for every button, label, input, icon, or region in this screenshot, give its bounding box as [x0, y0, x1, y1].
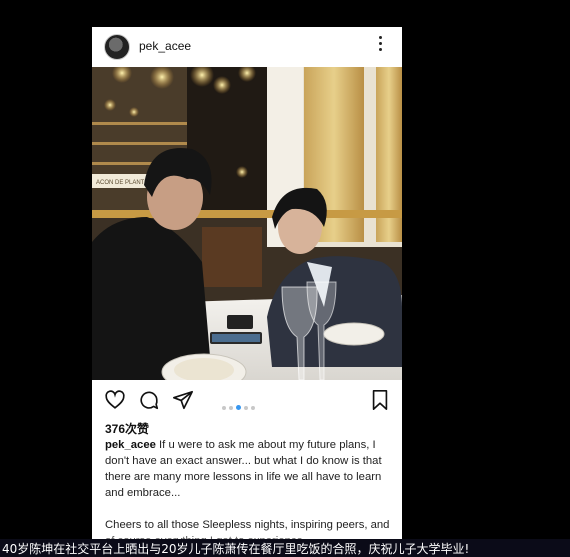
- carousel-dot: [222, 405, 226, 410]
- player-top-strip: [0, 0, 570, 10]
- comment-icon[interactable]: [138, 389, 160, 411]
- like-count[interactable]: 376次赞: [105, 420, 149, 437]
- carousel-dot: [251, 405, 255, 410]
- carousel-indicator: [222, 399, 258, 411]
- post-username[interactable]: pek_acee: [139, 39, 191, 53]
- heart-icon[interactable]: [104, 389, 126, 411]
- caption-username[interactable]: pek_acee: [105, 439, 156, 451]
- more-vertical-icon[interactable]: [379, 36, 383, 54]
- post-caption: pek_acee If u were to ask me about my fu…: [105, 437, 390, 501]
- carousel-dot: [229, 405, 233, 410]
- photo-illustration: ACON DE PLANTS: [92, 67, 402, 380]
- avatar[interactable]: [104, 34, 130, 60]
- video-subtitle-text: 40岁陈坤在社交平台上晒出与20岁儿子陈萧传在餐厅里吃饭的合照，庆祝儿子大学毕业…: [2, 542, 470, 556]
- carousel-dot-active: [236, 405, 241, 411]
- video-subtitle-bar: 40岁陈坤在社交平台上晒出与20岁儿子陈萧传在餐厅里吃饭的合照，庆祝儿子大学毕业…: [0, 539, 570, 557]
- instagram-post-card: pek_acee ACON DE PLANTS 376次赞 pek_acee I…: [92, 27, 402, 557]
- photo-sign-text: ACON DE PLANTS: [96, 180, 148, 186]
- send-icon[interactable]: [172, 389, 194, 411]
- post-photo[interactable]: ACON DE PLANTS: [92, 67, 402, 380]
- post-action-bar: [92, 385, 402, 415]
- carousel-dot: [244, 405, 248, 410]
- bookmark-icon[interactable]: [370, 389, 390, 411]
- post-header: pek_acee: [92, 27, 402, 67]
